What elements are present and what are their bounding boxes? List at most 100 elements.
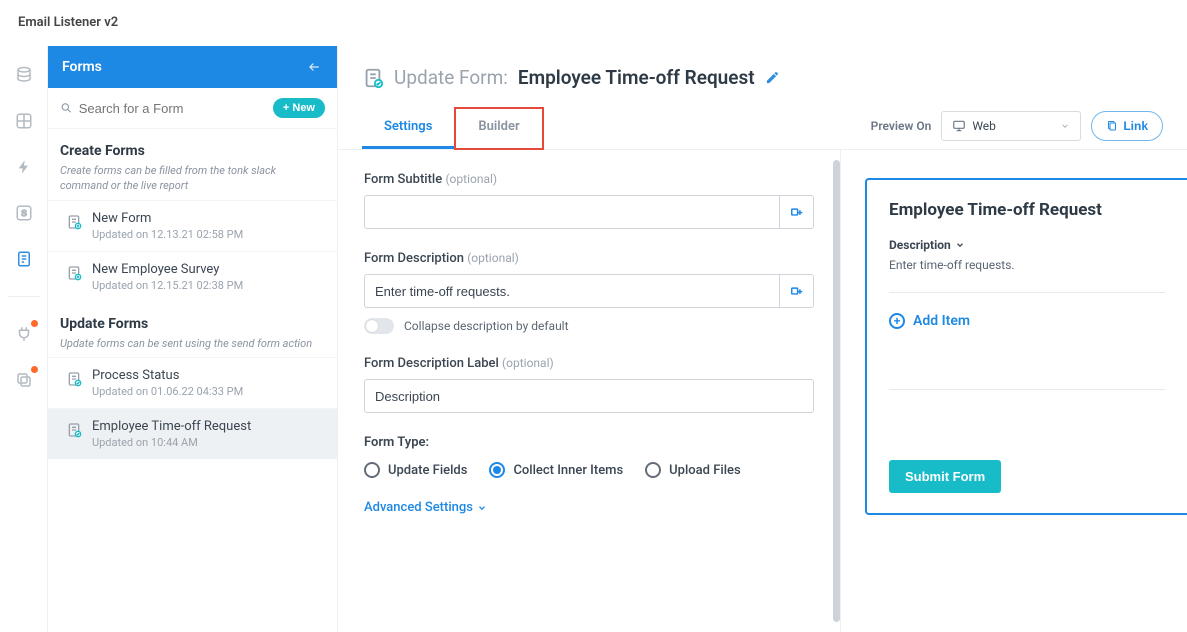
copy-icon[interactable] [13,369,35,391]
edit-name-icon[interactable] [765,70,780,85]
radio-update-fields[interactable]: Update Fields [364,462,467,478]
breadcrumb-name: Employee Time-off Request [518,66,755,89]
form-item-title: Employee Time-off Request [92,419,251,434]
preview-desc-toggle[interactable]: Description [889,238,1165,252]
radio-icon [489,462,505,478]
section-subtext: Update forms can be sent using the send … [60,336,325,351]
tab-builder[interactable]: Builder [454,107,543,150]
form-item-title: New Employee Survey [92,262,243,277]
search-box[interactable] [60,101,265,116]
radio-icon [645,462,661,478]
form-item-sub: Updated on 10:44 AM [92,436,251,449]
form-item-sub: Updated on 12.13.21 02:58 PM [92,228,243,241]
breadcrumb-prefix: Update Form: [394,66,508,89]
optional-hint: (optional) [502,356,554,370]
description-label: Form Description [364,251,464,266]
link-icon [1106,120,1118,132]
sidebar: Forms + New Create Forms Create forms ca… [48,46,338,632]
sidebar-header: Forms [48,46,337,88]
link-button[interactable]: Link [1091,111,1163,141]
form-icon[interactable] [13,248,35,270]
advanced-label: Advanced Settings [364,500,473,515]
add-item-button[interactable]: + Add Item [889,313,1165,329]
radio-upload-files[interactable]: Upload Files [645,462,741,478]
form-type-label: Form Type: [364,435,429,450]
subtitle-input[interactable] [364,195,780,229]
field-form-type: Form Type: Update Fields Collect Inner I… [364,435,814,478]
optional-hint: (optional) [467,251,519,265]
form-doc-icon [66,370,82,388]
desc-label-field-label: Form Description Label [364,356,499,371]
s-box-icon[interactable]: S [13,202,35,224]
database-icon[interactable] [13,64,35,86]
radio-label: Collect Inner Items [513,463,623,478]
optional-hint: (optional) [445,172,497,186]
preview-card: Employee Time-off Request Description En… [865,178,1187,515]
svg-text:S: S [21,209,27,218]
field-subtitle: Form Subtitle (optional) [364,172,814,229]
form-item[interactable]: New Form Updated on 12.13.21 02:58 PM [48,200,337,251]
desc-label-input[interactable] [364,379,814,413]
link-label: Link [1123,119,1148,133]
form-item[interactable]: Process Status Updated on 01.06.22 04:33… [48,357,337,408]
description-input[interactable] [364,274,780,308]
form-item-sub: Updated on 01.06.22 04:33 PM [92,385,243,398]
form-item[interactable]: Employee Time-off Request Updated on 10:… [48,408,337,459]
notification-dot [31,366,38,373]
radio-label: Update Fields [388,463,467,478]
tab-settings[interactable]: Settings [362,107,454,149]
breadcrumb: Update Form: Employee Time-off Request [362,66,1163,89]
tabs-row: Settings Builder Preview On Web [338,107,1187,150]
collapse-description-toggle[interactable] [364,318,394,334]
topbar: Email Listener v2 [0,0,1187,46]
content-row: Form Subtitle (optional) Form Descriptio… [338,150,1187,632]
layout: S Forms + New [0,46,1187,632]
form-item-title: New Form [92,211,243,226]
search-row: + New [48,88,337,129]
section-heading: Create Forms [60,143,325,159]
radio-collect-items[interactable]: Collect Inner Items [489,462,623,478]
section-subtext: Create forms can be filled from the tonk… [60,163,325,194]
toolbar-right: Preview On Web Lin [871,111,1163,149]
field-description: Form Description (optional) Collapse des… [364,251,814,334]
plus-circle-icon: + [889,313,905,329]
form-doc-icon [66,264,82,282]
rail-separator [8,296,40,297]
radio-icon [364,462,380,478]
section-heading: Update Forms [60,316,325,332]
scrollbar[interactable] [833,160,840,622]
main-header: Update Form: Employee Time-off Request [338,46,1187,89]
insert-token-button[interactable] [780,274,814,308]
notification-dot [31,320,38,327]
grid-icon[interactable] [13,110,35,132]
form-settings-pane: Form Subtitle (optional) Form Descriptio… [338,150,841,632]
preview-value: Web [972,119,996,133]
sidebar-title: Forms [62,59,102,75]
bolt-icon[interactable] [13,156,35,178]
new-form-button[interactable]: + New [273,98,325,118]
preview-desc-label: Description [889,238,951,252]
section-create-forms: Create Forms Create forms can be filled … [48,129,337,200]
section-update-forms: Update Forms Update forms can be sent us… [48,302,337,357]
main: Update Form: Employee Time-off Request S… [338,46,1187,632]
field-desc-label: Form Description Label (optional) [364,356,814,413]
add-item-label: Add Item [913,313,970,329]
form-header-icon [362,67,384,89]
preview-pane: Employee Time-off Request Description En… [841,150,1187,632]
form-item-title: Process Status [92,368,243,383]
form-item[interactable]: New Employee Survey Updated on 12.15.21 … [48,251,337,302]
search-input[interactable] [79,101,265,116]
radio-label: Upload Files [669,463,741,478]
tabs: Settings Builder [362,107,544,149]
preview-title: Employee Time-off Request [889,200,1165,220]
subtitle-label: Form Subtitle [364,172,442,187]
advanced-settings-link[interactable]: Advanced Settings [364,500,814,515]
collapse-sidebar-icon[interactable] [305,60,323,74]
preview-select[interactable]: Web [941,111,1081,141]
submit-form-button[interactable]: Submit Form [889,460,1001,493]
form-doc-icon [66,213,82,231]
icon-rail: S [0,46,48,632]
plug-icon[interactable] [13,323,35,345]
preview-on-label: Preview On [871,119,932,133]
insert-token-button[interactable] [780,195,814,229]
